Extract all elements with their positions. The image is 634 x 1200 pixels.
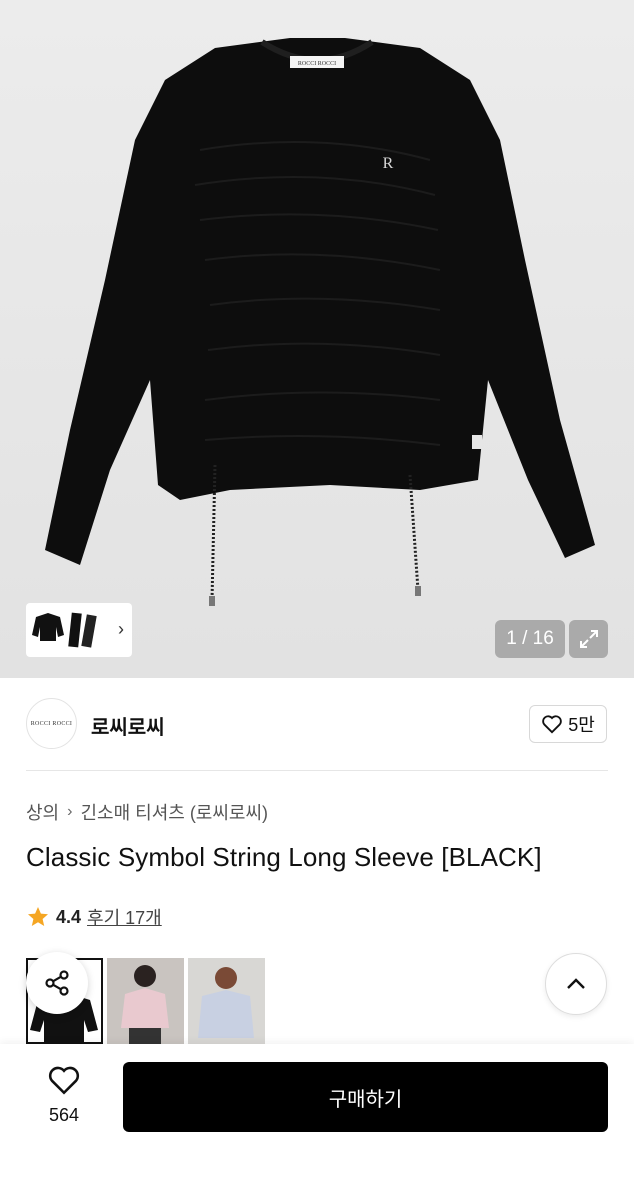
heart-outline-icon: [542, 715, 562, 734]
brand-like-button[interactable]: 5만: [529, 705, 607, 743]
scroll-top-button[interactable]: [545, 953, 607, 1015]
product-image: ROCCI ROCCI R: [45, 38, 595, 606]
rating-score: 4.4: [56, 906, 82, 927]
svg-text:R: R: [383, 155, 394, 172]
chevron-right-icon[interactable]: ›: [118, 619, 124, 640]
star-icon: [28, 907, 48, 926]
wishlist-count: 564: [48, 1105, 80, 1125]
heart-outline-icon: [48, 1066, 80, 1095]
wishlist-button[interactable]: 564: [30, 1064, 98, 1126]
review-count-link[interactable]: 후기 17개: [87, 904, 162, 930]
thumbnail-images: [32, 612, 97, 648]
bottom-action-bar: 564 구매하기: [0, 1044, 634, 1200]
share-button[interactable]: [26, 952, 88, 1014]
breadcrumb: 상의 › 긴소매 티셔츠 (로씨로씨): [26, 799, 268, 825]
breadcrumb-subcategory[interactable]: 긴소매 티셔츠 (로씨로씨): [80, 799, 268, 825]
buy-button[interactable]: 구매하기: [123, 1062, 608, 1132]
product-title: Classic Symbol String Long Sleeve [BLACK…: [26, 842, 542, 872]
photo-thumbnail[interactable]: [107, 958, 184, 1044]
garment-label-text: ROCCI ROCCI: [298, 61, 336, 67]
brand-logo-text: ROCCI ROCCI: [30, 720, 73, 727]
share-icon: [45, 970, 69, 996]
divider: [26, 770, 608, 771]
expand-icon[interactable]: [569, 620, 608, 658]
breadcrumb-category[interactable]: 상의: [26, 799, 59, 825]
thumbnail-strip[interactable]: ›: [26, 603, 132, 657]
brand-logo[interactable]: ROCCI ROCCI: [26, 698, 77, 749]
brand-name[interactable]: 로씨로씨: [91, 711, 165, 740]
chevron-up-icon: [567, 978, 585, 989]
brand-row: ROCCI ROCCI 로씨로씨 5만: [0, 678, 634, 770]
brand-like-count: 5만: [568, 715, 595, 735]
product-image-gallery[interactable]: ROCCI ROCCI R › 1 / 16: [0, 0, 634, 678]
image-counter: 1 / 16: [495, 620, 565, 658]
photo-thumbnail[interactable]: [188, 958, 265, 1044]
chevron-right-icon: ›: [67, 803, 73, 820]
rating: 4.4 후기 17개: [26, 904, 162, 930]
